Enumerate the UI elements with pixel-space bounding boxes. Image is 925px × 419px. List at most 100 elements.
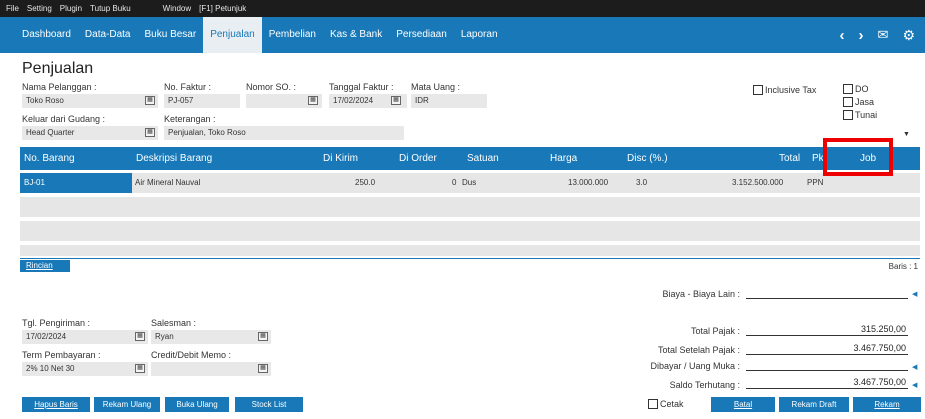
rekam-button[interactable]: Rekam xyxy=(853,397,921,412)
col-disc[interactable]: Disc (%.) xyxy=(627,153,668,164)
cell-pajak[interactable]: PPN xyxy=(807,178,823,187)
highlight-box xyxy=(823,138,893,176)
table-row[interactable] xyxy=(20,197,920,217)
lookup-icon[interactable]: ▦ xyxy=(308,96,318,105)
biaya-lain-label: Biaya - Biaya Lain : xyxy=(662,289,740,299)
lookup-icon[interactable]: ▦ xyxy=(135,364,145,373)
nav-kas-bank[interactable]: Kas & Bank xyxy=(323,17,389,53)
cetak-label: Cetak xyxy=(660,399,684,409)
nav-dashboard[interactable]: Dashboard xyxy=(0,17,78,53)
lookup-icon[interactable]: ▦ xyxy=(258,364,268,373)
note-field[interactable]: Penjualan, Toko Roso xyxy=(164,126,404,140)
do-label: DO xyxy=(855,84,869,94)
rekam-ulang-label: Rekam Ulang xyxy=(102,400,152,409)
dropdown-arrow-icon[interactable]: ▼ xyxy=(903,131,910,138)
cell-di-order[interactable]: 0 xyxy=(452,178,456,187)
lookup-icon[interactable]: ▦ xyxy=(258,332,268,341)
nav-penjualan[interactable]: Penjualan xyxy=(203,17,262,53)
cell-total[interactable]: 3.152.500.000 xyxy=(732,178,783,187)
col-di-order[interactable]: Di Order xyxy=(399,153,437,164)
ship-date-field[interactable]: 17/02/2024 xyxy=(22,330,148,344)
dibayar-field[interactable] xyxy=(746,359,908,371)
lookup-icon[interactable]: ▦ xyxy=(145,128,155,137)
nav-persediaan[interactable]: Persediaan xyxy=(389,17,454,53)
nav-data-data[interactable]: Data-Data xyxy=(78,17,138,53)
cell-disc[interactable]: 3.0 xyxy=(636,178,647,187)
chevron-right-icon[interactable]: › xyxy=(859,27,864,44)
term-field[interactable]: 2% 10 Net 30 xyxy=(22,362,148,376)
lookup-icon[interactable]: ▦ xyxy=(145,96,155,105)
col-satuan[interactable]: Satuan xyxy=(467,153,499,164)
menu-bar: File Setting Plugin Tutup Buku Window [F… xyxy=(0,0,925,17)
salesman-label: Salesman : xyxy=(151,318,197,328)
cell-di-kirim[interactable]: 250.0 xyxy=(355,178,375,187)
hapus-baris-button[interactable]: Hapus Baris xyxy=(22,397,90,412)
menu-plugin[interactable]: Plugin xyxy=(60,4,82,13)
so-label: Nomor SO. : xyxy=(246,82,297,92)
menu-tutup-buku[interactable]: Tutup Buku xyxy=(90,4,131,13)
calendar-icon[interactable]: ▦ xyxy=(391,96,401,105)
nav-laporan[interactable]: Laporan xyxy=(454,17,505,53)
nav-buku-besar[interactable]: Buku Besar xyxy=(138,17,204,53)
invoice-date-label: Tanggal Faktur : xyxy=(329,82,394,92)
cell-deskripsi[interactable]: Air Mineral Nauval xyxy=(135,178,200,187)
rekam-ulang-button[interactable]: Rekam Ulang xyxy=(94,397,160,412)
table-row[interactable]: BJ-01 Air Mineral Nauval 250.0 0 Dus 13.… xyxy=(20,173,920,193)
total-pajak-label: Total Pajak : xyxy=(690,326,740,336)
do-checkbox[interactable]: DO xyxy=(843,84,869,94)
arrow-left-icon[interactable]: ◀ xyxy=(912,290,917,298)
cetak-checkbox[interactable]: Cetak xyxy=(648,399,684,409)
arrow-left-icon[interactable]: ◀ xyxy=(912,381,917,389)
tab-rincian[interactable]: Rincian xyxy=(20,260,70,272)
cell-no-barang[interactable]: BJ-01 xyxy=(20,173,132,193)
jasa-checkbox[interactable]: Jasa xyxy=(843,97,874,107)
tunai-checkbox[interactable]: Tunai xyxy=(843,110,877,120)
currency-field[interactable]: IDR xyxy=(411,94,487,108)
checkbox-box xyxy=(753,85,763,95)
rekam-draft-button[interactable]: Rekam Draft xyxy=(779,397,849,412)
col-di-kirim[interactable]: Di Kirim xyxy=(323,153,358,164)
saldo-label: Saldo Terhutang : xyxy=(669,380,740,390)
warehouse-field[interactable]: Head Quarter xyxy=(22,126,158,140)
batal-button[interactable]: Batal xyxy=(711,397,775,412)
item-grid-header: No. Barang Deskripsi Barang Di Kirim Di … xyxy=(20,147,920,170)
memo-field[interactable] xyxy=(151,362,271,376)
term-label: Term Pembayaran : xyxy=(22,350,101,360)
chevron-left-icon[interactable]: ‹ xyxy=(840,27,845,44)
hapus-baris-label: Hapus Baris xyxy=(34,400,78,409)
jasa-label: Jasa xyxy=(855,97,875,107)
cell-satuan[interactable]: Dus xyxy=(462,178,476,187)
gear-icon[interactable]: ⚙ xyxy=(902,27,915,44)
currency-label: Mata Uang : xyxy=(411,82,461,92)
total-setelah-pajak-field: 3.467.750,00 xyxy=(746,343,908,355)
buka-ulang-button[interactable]: Buka Ulang xyxy=(165,397,229,412)
cell-harga[interactable]: 13.000.000 xyxy=(568,178,608,187)
checkbox-box xyxy=(648,399,658,409)
invoice-no-label: No. Faktur : xyxy=(164,82,212,92)
col-harga[interactable]: Harga xyxy=(550,153,577,164)
customer-label: Nama Pelanggan : xyxy=(22,82,97,92)
inclusive-tax-checkbox[interactable]: Inclusive Tax xyxy=(753,85,816,95)
menu-help[interactable]: [F1] Petunjuk xyxy=(199,4,246,13)
col-total[interactable]: Total xyxy=(779,153,800,164)
tunai-label: Tunai xyxy=(855,110,878,120)
calendar-icon[interactable]: ▦ xyxy=(135,332,145,341)
rekam-label: Rekam xyxy=(874,400,900,409)
nav-pembelian[interactable]: Pembelian xyxy=(262,17,323,53)
table-row[interactable] xyxy=(20,221,920,241)
invoice-no-field[interactable]: PJ-057 xyxy=(164,94,240,108)
col-deskripsi[interactable]: Deskripsi Barang xyxy=(136,153,212,164)
mail-icon[interactable]: ✉ xyxy=(878,27,889,43)
customer-field[interactable]: Toko Roso xyxy=(22,94,158,108)
col-pajak[interactable]: Pk xyxy=(812,153,824,164)
salesman-field[interactable]: Ryan xyxy=(151,330,271,344)
menu-window[interactable]: Window xyxy=(163,4,191,13)
table-row[interactable] xyxy=(20,245,920,256)
arrow-left-icon[interactable]: ◀ xyxy=(912,363,917,371)
col-no-barang[interactable]: No. Barang xyxy=(24,153,75,164)
menu-setting[interactable]: Setting xyxy=(27,4,52,13)
stock-list-button[interactable]: Stock List xyxy=(235,397,303,412)
inclusive-tax-label: Inclusive Tax xyxy=(765,85,817,95)
menu-file[interactable]: File xyxy=(6,4,19,13)
biaya-lain-field[interactable] xyxy=(746,287,908,299)
